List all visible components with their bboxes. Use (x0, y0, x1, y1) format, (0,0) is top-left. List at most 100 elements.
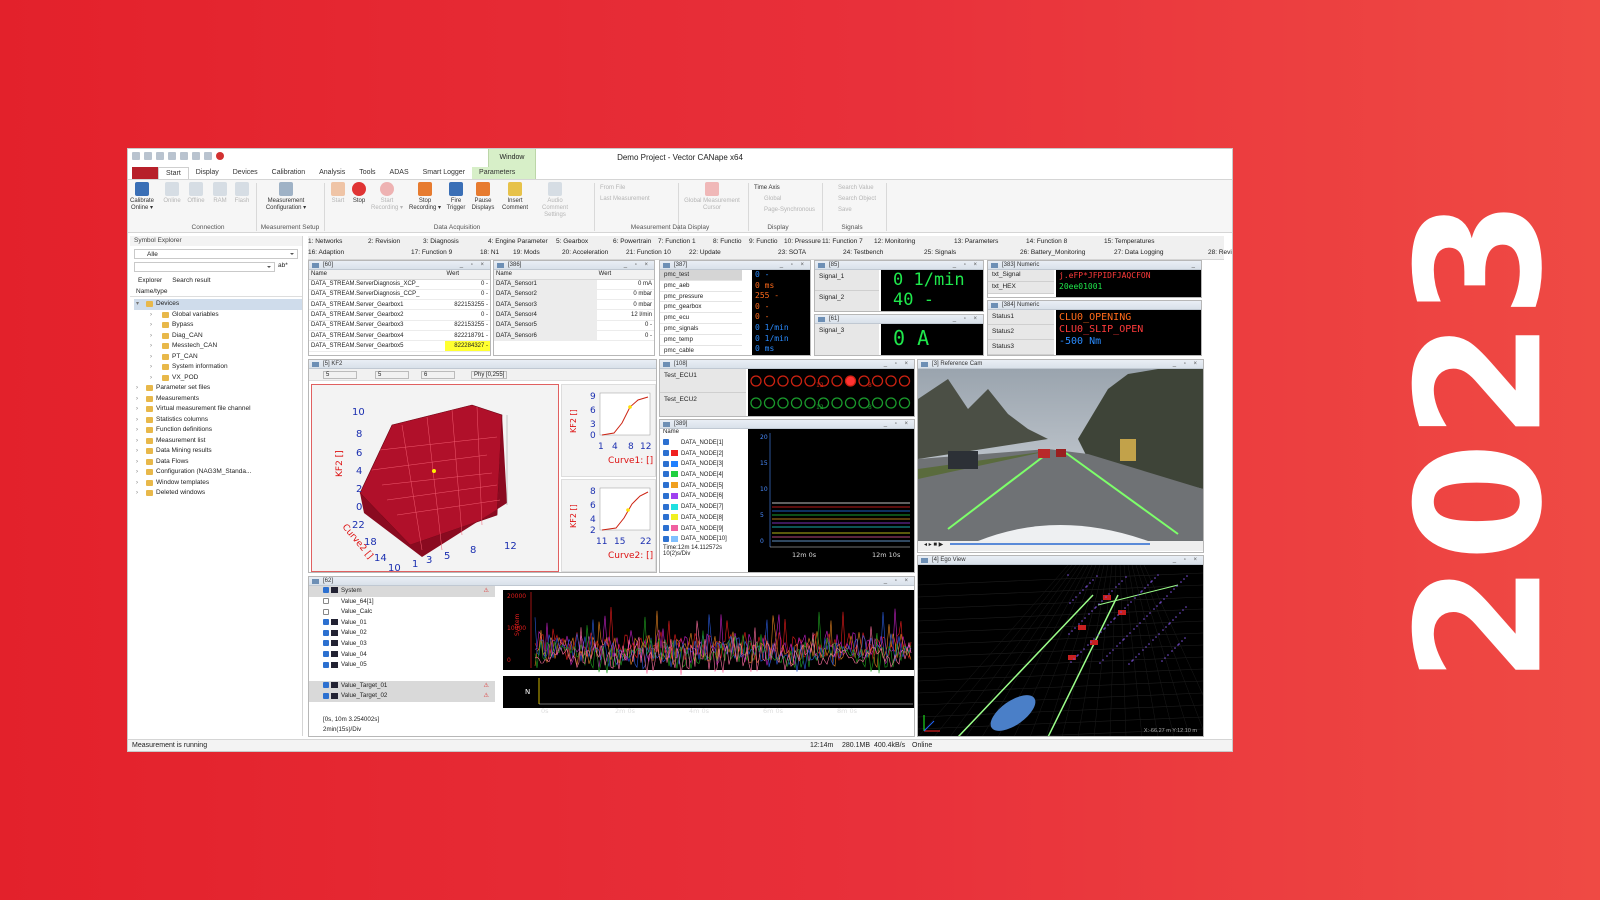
checkbox[interactable] (663, 535, 669, 542)
value-cell[interactable]: 0 - (444, 279, 490, 290)
value-cell[interactable]: 0 - (596, 320, 654, 331)
value-cell[interactable]: 822153255 - (444, 299, 490, 311)
checkbox[interactable] (663, 482, 669, 489)
window-buttons[interactable]: _ ▫ × (460, 261, 487, 270)
window-buttons[interactable]: _ ▫ × (953, 315, 980, 324)
curve2-plot[interactable]: 8 6 4 2 11 15 22 KF2 [] Curve2: [] (561, 479, 656, 572)
checkbox[interactable] (663, 471, 669, 478)
page-tab[interactable]: 14: Function 8 (1026, 238, 1067, 245)
table-row[interactable]: DATA_STREAM.ServerDiagnosis_XCP_ 0 - (309, 279, 490, 290)
page-tab[interactable]: 7: Function 1 (658, 238, 696, 245)
value-cell[interactable]: 0 - (596, 330, 654, 342)
value-cell[interactable]: 0 mA (596, 279, 654, 290)
checkbox[interactable] (323, 619, 329, 626)
tab-start[interactable]: Start (158, 167, 189, 179)
value-cell[interactable]: 0 - (444, 309, 490, 321)
tree-item[interactable]: › System information (134, 362, 302, 373)
tab-tools[interactable]: Tools (352, 167, 382, 179)
file-menu-button[interactable] (132, 167, 158, 179)
tab-calibration[interactable]: Calibration (265, 167, 312, 179)
page-synchronous-option[interactable]: Page-Synchronous (764, 206, 815, 215)
page-tab[interactable]: 1: Networks (308, 238, 342, 245)
checkbox[interactable] (663, 514, 669, 521)
fire-trigger-button[interactable]: Fire Trigger (444, 182, 468, 212)
tree-item[interactable]: › Measurements (134, 394, 302, 405)
page-tab[interactable]: 2: Revision (368, 238, 400, 245)
window-buttons[interactable]: _ ▫ × (1173, 556, 1200, 565)
page-tab[interactable]: 9: Functio (749, 238, 778, 245)
expand-icon[interactable]: ▾ (136, 299, 139, 310)
list-item[interactable]: DATA_NODE[9] (660, 524, 746, 535)
tab-display[interactable]: Display (189, 167, 226, 179)
list-item[interactable]: DATA_NODE[2] (660, 449, 746, 460)
table-row[interactable]: DATA_STREAM.Server_Gearbox5 822284327 - (309, 340, 490, 352)
global-time-axis-option[interactable]: Global (764, 195, 781, 204)
tree-item[interactable]: › PT_CAN (134, 352, 302, 363)
page-tab[interactable]: 4: Engine Parameter (488, 238, 548, 245)
kf2-3d-plot[interactable]: 10 8 6 4 2 0 22 18 14 10 1 3 5 8 12 KF2 … (311, 384, 559, 572)
table-row[interactable]: DATA_STREAM.ServerDiagnosis_CCP_ 0 - (309, 289, 490, 301)
video-controls[interactable]: ◂ ▸ ■ ▶ (918, 541, 1203, 551)
checkbox[interactable] (663, 492, 669, 499)
value-cell[interactable]: 822153255 - (444, 320, 490, 331)
list-item[interactable]: pmc_temp (660, 335, 742, 346)
page-tab[interactable]: 17: Function 9 (411, 249, 452, 256)
value-cell[interactable]: 0 mbar (596, 289, 654, 301)
window-buttons[interactable]: _ ▫ × (780, 261, 807, 270)
expand-icon[interactable]: › (136, 446, 138, 457)
legend-item[interactable]: Value_01 (309, 618, 495, 629)
list-item[interactable]: DATA_NODE[10] (660, 534, 746, 545)
page-tab[interactable]: 27: Data Logging (1114, 249, 1164, 256)
expand-icon[interactable]: › (136, 457, 138, 468)
tab-parameters[interactable]: Parameters (472, 167, 523, 179)
tree-item[interactable]: › Data Mining results (134, 446, 302, 457)
pause-displays-button[interactable]: Pause Displays (470, 182, 496, 212)
page-tab[interactable]: 12: Monitoring (874, 238, 915, 245)
tree-item[interactable]: › Bypass (134, 320, 302, 331)
page-tab[interactable]: 24: Testbench (843, 249, 883, 256)
expand-icon[interactable]: › (150, 373, 152, 384)
list-item[interactable]: DATA_NODE[5] (660, 481, 746, 492)
measurement-configuration-button[interactable]: Measurement Configuration ▾ (262, 182, 310, 212)
window-buttons[interactable]: _ ▫ × (884, 420, 911, 429)
checkbox[interactable] (323, 692, 329, 699)
tab-search-result[interactable]: Search result (172, 277, 210, 284)
page-tab[interactable]: 26: Battery_Monitoring (1020, 249, 1085, 256)
page-tab[interactable]: 8: Functio (713, 238, 742, 245)
value-cell[interactable]: 0 mbar (596, 299, 654, 311)
kf2-z-input[interactable]: 6 (421, 370, 455, 379)
search-input[interactable] (134, 262, 275, 272)
start-recording-button[interactable]: Start Recording ▾ (370, 182, 404, 212)
checkbox[interactable] (323, 682, 329, 689)
page-tab[interactable]: 19: Mods (513, 249, 540, 256)
legend-item[interactable]: Value_02 (309, 628, 495, 639)
list-item[interactable]: DATA_NODE[3] (660, 459, 746, 470)
page-tab[interactable]: 3: Diagnosis (423, 238, 459, 245)
expand-icon[interactable]: › (136, 415, 138, 426)
legend-item[interactable]: Value_04 (309, 650, 495, 661)
tree-item[interactable]: › Messtech_CAN (134, 341, 302, 352)
value-cell[interactable]: 0 - (444, 289, 490, 301)
expand-icon[interactable]: › (136, 425, 138, 436)
value-cell[interactable]: 12 l/min (596, 309, 654, 321)
curve1-plot[interactable]: 9 6 3 0 1 4 8 12 KF2 [] Curve1: [] (561, 384, 656, 477)
from-file-button[interactable]: From File (600, 184, 625, 193)
table-row[interactable]: DATA_STREAM.Server_Gearbox1 822153255 - (309, 299, 490, 311)
checkbox[interactable] (323, 597, 329, 604)
legend-item[interactable]: Value_Target_02 ⚠ (309, 691, 495, 702)
table-row[interactable]: DATA_Sensor6 0 - (494, 330, 654, 342)
expand-icon[interactable]: › (136, 467, 138, 478)
stop-button[interactable]: Stop (348, 182, 370, 205)
table-row[interactable]: DATA_STREAM.Server_Gearbox2 0 - (309, 309, 490, 321)
window-buttons[interactable]: _ ▫ × (953, 261, 980, 270)
checkbox[interactable] (323, 661, 329, 668)
checkbox[interactable] (323, 629, 329, 636)
table-row[interactable]: DATA_Sensor5 0 - (494, 320, 654, 331)
tree-item[interactable]: › Statistics columns (134, 415, 302, 426)
tree-item[interactable]: › Diag_CAN (134, 331, 302, 342)
checkbox[interactable] (663, 524, 669, 531)
legend-item[interactable]: Value_05 (309, 660, 495, 671)
checkbox[interactable] (323, 608, 329, 615)
list-item[interactable]: DATA_NODE[4] (660, 470, 746, 481)
page-tab[interactable]: 28: Revision (1208, 249, 1232, 256)
